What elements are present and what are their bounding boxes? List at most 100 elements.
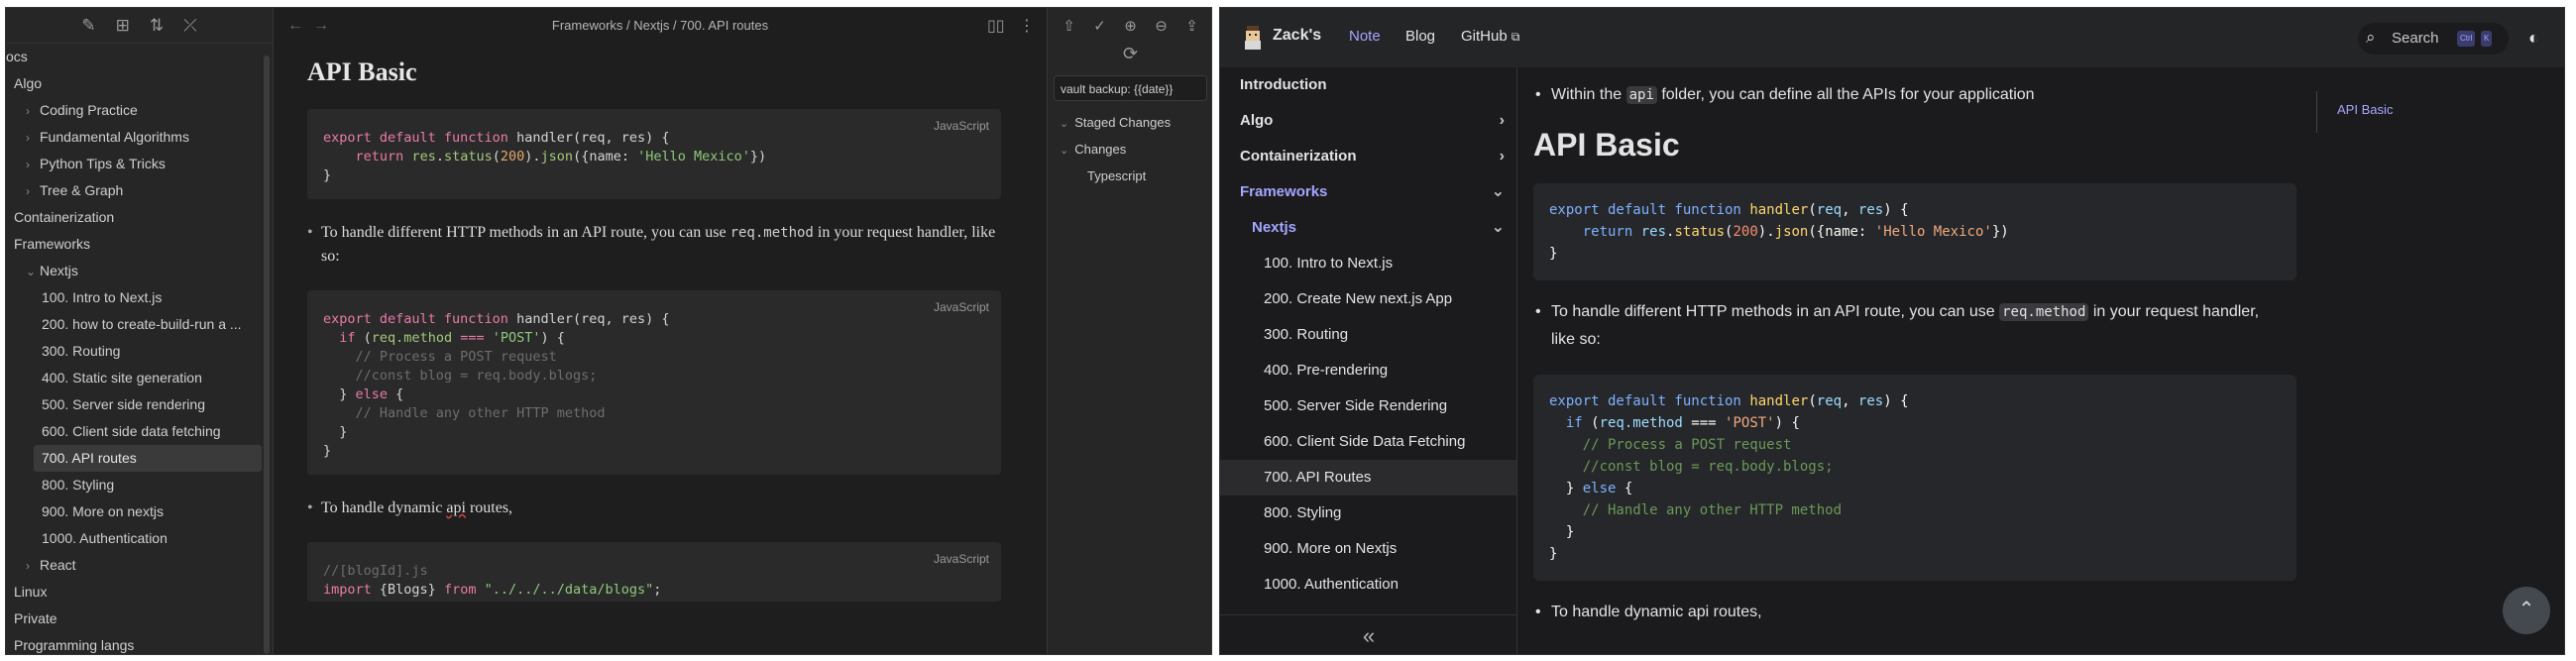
- code-block[interactable]: export default function handler(req, res…: [1533, 183, 2296, 280]
- tree-item[interactable]: 300. Routing: [34, 338, 262, 365]
- tree-item[interactable]: › Python Tips & Tricks: [6, 151, 262, 177]
- unstage-all-icon[interactable]: ⊖: [1155, 17, 1168, 35]
- code-block[interactable]: export default function handler(req, res…: [1533, 375, 2296, 581]
- sidebar-item[interactable]: 300. Routing: [1220, 317, 1516, 353]
- sidebar-item[interactable]: 500. Server Side Rendering: [1220, 388, 1516, 424]
- sidebar-item[interactable]: 800. Styling: [1220, 496, 1516, 531]
- search-button[interactable]: ⌕ Search Ctrl K: [2358, 23, 2509, 55]
- changes-label: Changes: [1074, 142, 1127, 157]
- breadcrumb[interactable]: Frameworks / Nextjs / 700. API routes: [274, 18, 1047, 33]
- push-icon[interactable]: ⇧: [1063, 17, 1075, 35]
- tree-item[interactable]: › Coding Practice: [6, 97, 262, 124]
- site-title[interactable]: Zack's: [1273, 27, 1321, 45]
- sidebar-item[interactable]: 1000. Authentication: [1220, 567, 1516, 603]
- tree-item[interactable]: Containerization: [6, 204, 262, 231]
- external-link-icon: ⧉: [1511, 30, 1520, 44]
- misspelled-word[interactable]: api: [446, 499, 466, 516]
- changed-file[interactable]: Typescript: [1048, 163, 1211, 189]
- paragraph: To handle dynamic api routes,: [307, 496, 1001, 520]
- tree-item[interactable]: 1000. Authentication: [34, 525, 262, 552]
- tree-item-label: 500. Server side rendering: [42, 396, 205, 412]
- sidebar-item[interactable]: 900. More on Nextjs: [1220, 531, 1516, 567]
- tree-item[interactable]: › Tree & Graph: [6, 177, 262, 204]
- tree-item-label: 700. API routes: [42, 450, 137, 466]
- tree-item[interactable]: 100. Intro to Next.js: [34, 284, 262, 311]
- new-note-icon[interactable]: ✎: [81, 17, 95, 34]
- sidebar-item-label: Frameworks: [1240, 183, 1328, 200]
- file-explorer: ✎ ⊞ ⇅ ⤫ ocs Algo › Coding Practice › Fundamen…: [6, 8, 274, 654]
- search-label: Search: [2392, 30, 2439, 47]
- tree-item[interactable]: Frameworks: [6, 231, 262, 258]
- collapse-all-icon[interactable]: ⤫: [183, 17, 197, 34]
- nav-github-link[interactable]: GitHub ⧉: [1461, 28, 1519, 45]
- sort-icon[interactable]: ⇅: [150, 17, 164, 34]
- kbd-k: K: [2481, 31, 2493, 47]
- tree-item-label: Private: [14, 610, 57, 626]
- tree-item[interactable]: Programming langs: [6, 632, 262, 654]
- sidebar-item[interactable]: Nextjs ⌄: [1220, 210, 1516, 246]
- changes-section[interactable]: ⌄ Changes: [1048, 136, 1211, 163]
- nav-note-link[interactable]: Note: [1349, 28, 1381, 45]
- sidebar-item[interactable]: Introduction: [1220, 67, 1516, 103]
- refresh-icon[interactable]: ⟳: [1048, 44, 1211, 65]
- sidebar-item[interactable]: 200. Create New next.js App: [1220, 281, 1516, 317]
- commit-icon[interactable]: ✓: [1093, 17, 1106, 35]
- sidebar-item[interactable]: Containerization ›: [1220, 139, 1516, 174]
- docs-sidebar: Introduction Algo › Containerization › Framew…: [1220, 67, 1517, 654]
- source-control-panel: ⇧ ✓ ⊕ ⊖ ⇪ ⟳ vault backup: {{date}} ⌄ Stag…: [1047, 8, 1211, 654]
- pull-icon[interactable]: ⇪: [1185, 17, 1198, 35]
- sidebar-item-label: 1000. Authentication: [1264, 576, 1399, 593]
- inline-code: req.method: [1999, 303, 2089, 321]
- code-block[interactable]: JavaScript//[blogId].js import {Blogs} f…: [307, 542, 1001, 602]
- tree-item[interactable]: Algo: [6, 70, 262, 97]
- new-folder-icon[interactable]: ⊞: [116, 17, 130, 34]
- tree-item[interactable]: Private: [6, 606, 262, 632]
- tree-item[interactable]: 400. Static site generation: [34, 365, 262, 391]
- sidebar-item[interactable]: Algo ›: [1220, 103, 1516, 139]
- tree-item[interactable]: Linux: [6, 579, 262, 606]
- tree-item[interactable]: 900. More on nextjs: [34, 498, 262, 525]
- sidebar-item[interactable]: 700. API Routes: [1220, 460, 1516, 496]
- back-to-top-button[interactable]: ⌃: [2503, 587, 2550, 634]
- tree-item[interactable]: ocs: [6, 44, 262, 70]
- collapse-sidebar-button[interactable]: «: [1220, 614, 1517, 654]
- sidebar-item-label: 900. More on Nextjs: [1264, 540, 1398, 557]
- tree-item-label: 300. Routing: [42, 343, 121, 359]
- staged-changes-section[interactable]: ⌄ Staged Changes: [1048, 109, 1211, 136]
- chevron-right-icon: ›: [26, 131, 30, 145]
- reading-view-icon[interactable]: ▯▯: [987, 16, 1005, 36]
- tree-item[interactable]: 600. Client side data fetching: [34, 418, 262, 445]
- nav-blog-link[interactable]: Blog: [1405, 28, 1435, 45]
- tree-item[interactable]: › React: [6, 552, 262, 579]
- code-block[interactable]: JavaScript export default function handle…: [307, 290, 1001, 475]
- docs-browser-window: Zack's Note Blog GitHub ⧉ ⌕ Search Ctrl …: [1219, 7, 2565, 655]
- code-language-label: JavaScript: [933, 119, 989, 133]
- sidebar-item[interactable]: 400. Pre-rendering: [1220, 353, 1516, 388]
- tree-item[interactable]: ⌄ Nextjs: [6, 258, 262, 284]
- more-options-icon[interactable]: ⋮: [1019, 16, 1035, 36]
- tree-item[interactable]: 200. how to create-build-run a ...: [34, 311, 262, 338]
- tree-item[interactable]: 800. Styling: [34, 472, 262, 498]
- tree-item[interactable]: › Fundamental Algorithms: [6, 124, 262, 151]
- sidebar-item[interactable]: 600. Client Side Data Fetching: [1220, 424, 1516, 460]
- sidebar-item[interactable]: 100. Intro to Next.js: [1220, 246, 1516, 281]
- tree-item[interactable]: 700. API routes: [34, 445, 262, 472]
- sidebar-item[interactable]: Frameworks ⌄: [1220, 174, 1516, 210]
- code-language-label: JavaScript: [933, 300, 989, 314]
- paragraph-text: folder, you can define all the APIs for …: [1656, 86, 2035, 103]
- git-toolbar: ⇧ ✓ ⊕ ⊖ ⇪: [1048, 8, 1211, 44]
- commit-message-input[interactable]: vault backup: {{date}}: [1054, 75, 1207, 101]
- tree-item[interactable]: 500. Server side rendering: [34, 391, 262, 418]
- code-block[interactable]: JavaScript export default function handle…: [307, 109, 1001, 199]
- paragraph: To handle different HTTP methods in an A…: [307, 221, 1001, 269]
- chevron-right-icon[interactable]: ›: [1500, 139, 1505, 174]
- stage-all-icon[interactable]: ⊕: [1124, 17, 1137, 35]
- chevron-down-icon[interactable]: ⌄: [1492, 174, 1505, 210]
- site-logo-icon[interactable]: [1242, 26, 1264, 50]
- chevron-right-icon[interactable]: ›: [1500, 103, 1505, 139]
- toc-item-api-basic[interactable]: API Basic: [2337, 91, 2393, 129]
- chevron-down-icon[interactable]: ⌄: [1492, 210, 1505, 246]
- theme-toggle-icon[interactable]: ◐: [2528, 28, 2539, 49]
- tree-item-label: Frameworks: [14, 236, 91, 252]
- explorer-scrollbar[interactable]: [264, 55, 270, 654]
